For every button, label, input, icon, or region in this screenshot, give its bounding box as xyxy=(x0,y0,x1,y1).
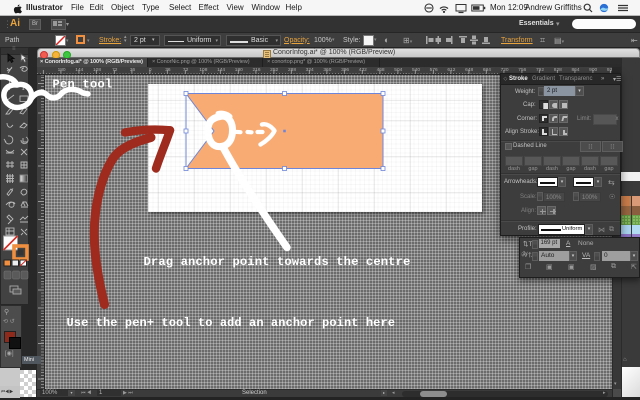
svg-text:Use the pen+ tool to add an an: Use the pen+ tool to add an anchor point… xyxy=(67,316,396,330)
svg-text:Drag anchor point towards the: Drag anchor point towards the centre xyxy=(144,255,411,269)
svg-text:Pen tool: Pen tool xyxy=(53,78,113,92)
